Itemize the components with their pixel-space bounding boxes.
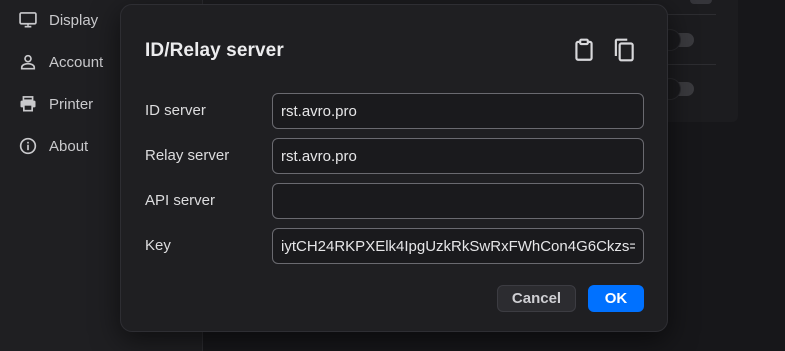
- key-input[interactable]: [272, 228, 644, 264]
- clipboard-paste-icon[interactable]: [571, 37, 597, 63]
- id-server-label: ID server: [145, 102, 206, 119]
- relay-server-row: Relay server: [145, 138, 644, 174]
- dialog-title: ID/Relay server: [145, 40, 284, 61]
- app-window: Display Account Printer About ID/Relay s…: [0, 0, 785, 351]
- key-label: Key: [145, 237, 171, 254]
- api-server-row: API server: [145, 183, 644, 219]
- id-server-input[interactable]: [272, 93, 644, 129]
- relay-server-input[interactable]: [272, 138, 644, 174]
- api-server-input[interactable]: [272, 183, 644, 219]
- cancel-button[interactable]: Cancel: [497, 285, 576, 312]
- api-server-label: API server: [145, 192, 216, 209]
- id-server-row: ID server: [145, 93, 644, 129]
- key-row: Key: [145, 228, 644, 264]
- copy-icon[interactable]: [611, 37, 637, 63]
- id-relay-server-dialog: ID/Relay server ID server Relay server A…: [120, 4, 668, 332]
- relay-server-label: Relay server: [145, 147, 230, 164]
- ok-button[interactable]: OK: [588, 285, 644, 312]
